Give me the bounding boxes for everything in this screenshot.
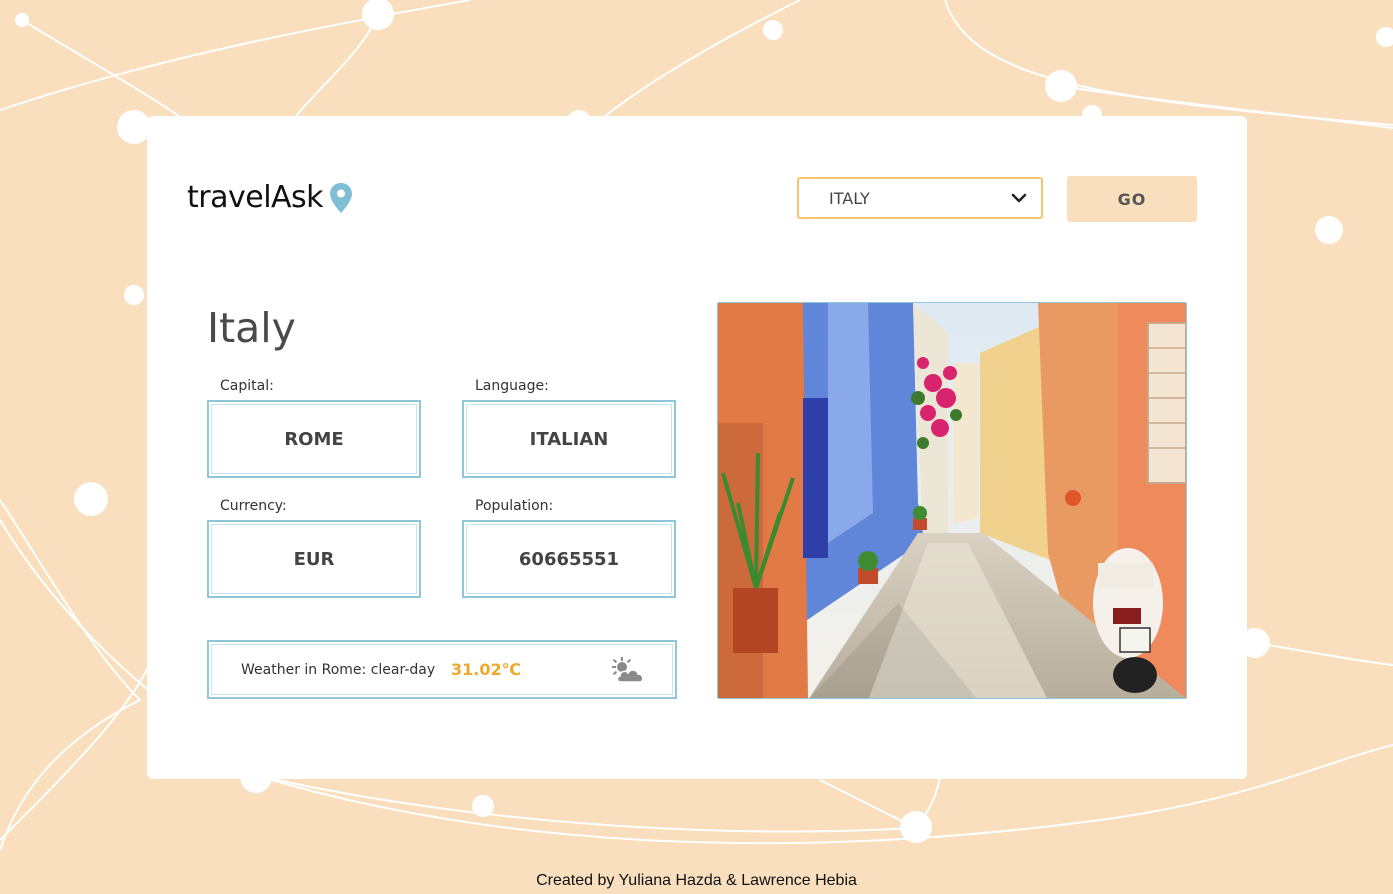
country-select[interactable]: ITALY (797, 177, 1043, 219)
country-title: Italy (207, 304, 296, 352)
app-logo[interactable]: travelAsk (187, 180, 353, 215)
street-illustration (718, 303, 1186, 698)
footer-credit: Created by Yuliana Hazda & Lawrence Hebi… (536, 872, 857, 889)
currency-label: Currency: (220, 498, 287, 514)
population-value: 60665551 (462, 520, 676, 598)
country-photo (717, 302, 1187, 699)
go-button[interactable]: GO (1067, 176, 1197, 222)
chevron-down-icon (1011, 193, 1027, 203)
country-select-value: ITALY (829, 188, 870, 208)
partly-cloudy-sun-icon (612, 656, 644, 683)
population-label: Population: (475, 498, 554, 514)
capital-value: ROME (207, 400, 421, 478)
weather-temperature: 31.02℃ (451, 660, 521, 679)
language-label: Language: (475, 378, 549, 394)
capital-label: Capital: (220, 378, 274, 394)
country-card: travelAsk ITALY GO Italy Capital: ROME L… (147, 116, 1247, 779)
language-value: ITALIAN (462, 400, 676, 478)
weather-label: Weather in Rome: clear-day (241, 661, 436, 678)
weather-panel: Weather in Rome: clear-day 31.02℃ (207, 640, 677, 699)
logo-text: travelAsk (187, 180, 324, 215)
map-pin-icon (330, 182, 353, 213)
currency-value: EUR (207, 520, 421, 598)
